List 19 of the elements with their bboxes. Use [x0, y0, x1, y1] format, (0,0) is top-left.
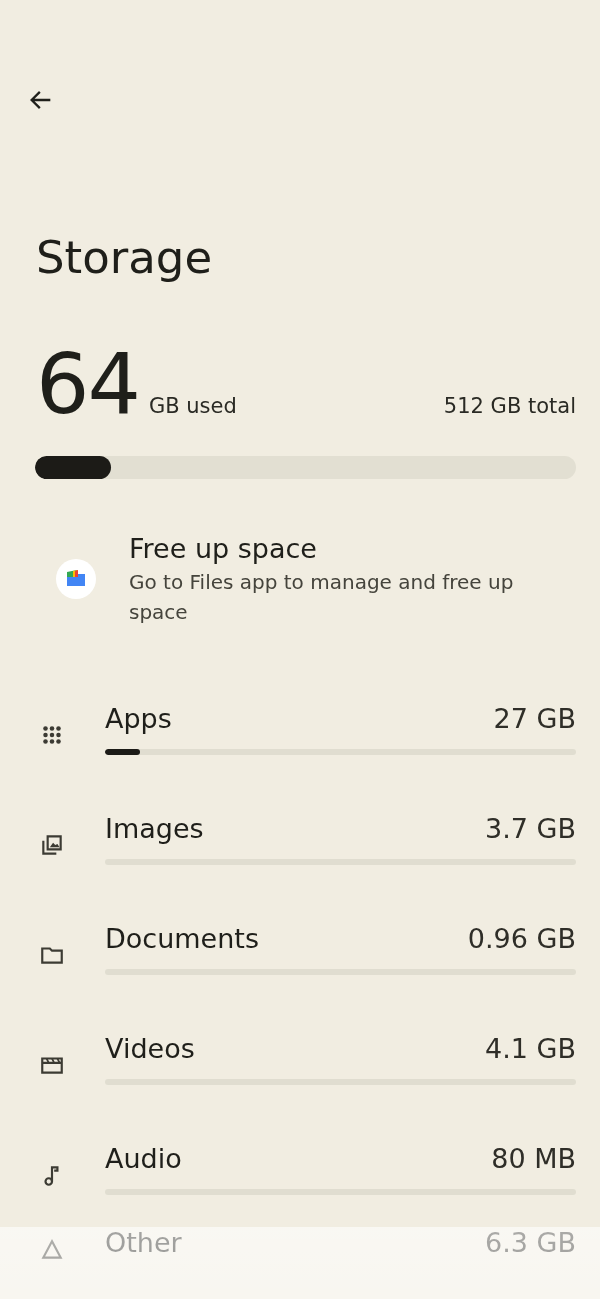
category-size: 80 MB: [491, 1142, 576, 1176]
page-title: Storage: [36, 230, 214, 286]
free-up-space-description: Go to Files app to manage and free up space: [129, 569, 515, 626]
used-label: GB used: [148, 394, 237, 418]
image-stack-icon: [39, 832, 65, 858]
category-size: 0.96 GB: [467, 922, 576, 956]
free-up-space-title[interactable]: Free up space: [129, 531, 549, 567]
total-label: 512 GB total: [443, 394, 576, 418]
category-name[interactable]: Apps: [105, 701, 172, 737]
category-size: 3.7 GB: [485, 812, 576, 846]
category-name[interactable]: Audio: [105, 1141, 182, 1177]
category-name[interactable]: Documents: [105, 921, 259, 957]
category-size: 27 GB: [493, 702, 576, 736]
category-size: 4.1 GB: [485, 1032, 576, 1066]
files-app-icon: [56, 559, 96, 599]
used-amount: 64: [36, 334, 139, 434]
category-size: 6.3 GB: [485, 1226, 576, 1260]
category-name[interactable]: Images: [105, 811, 204, 847]
category-name[interactable]: Videos: [105, 1031, 195, 1067]
